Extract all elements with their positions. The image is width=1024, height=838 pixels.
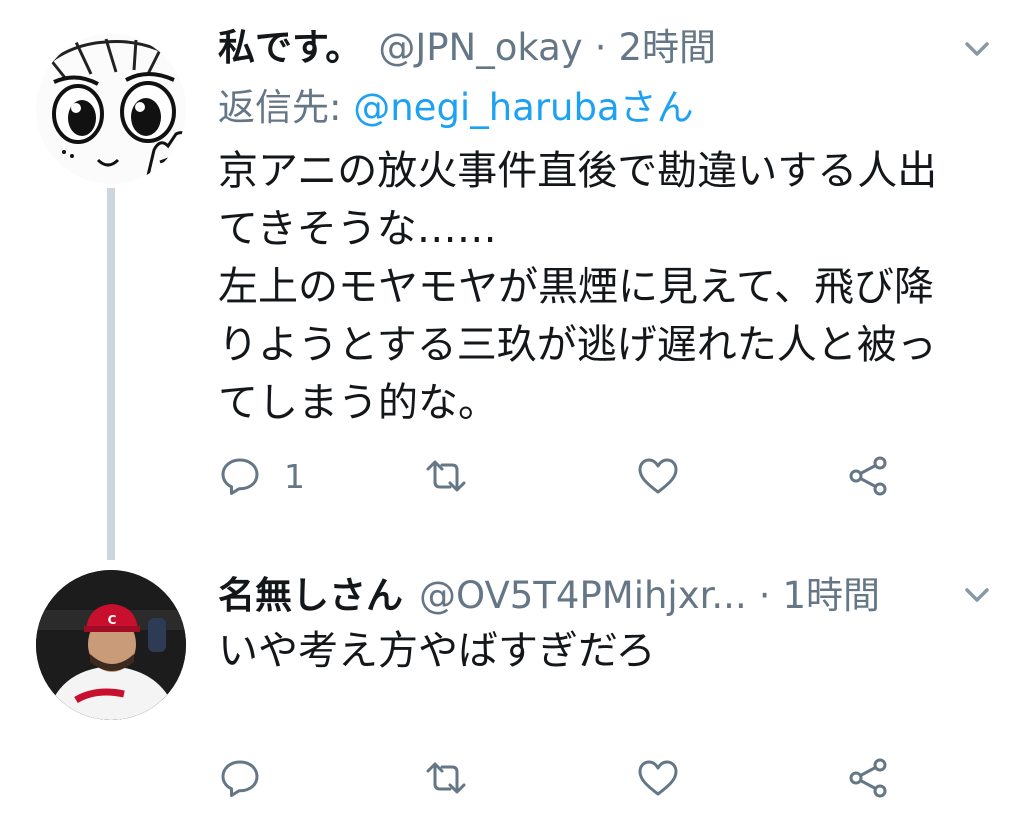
retweet-icon — [426, 762, 466, 794]
display-name[interactable]: 名無しさん — [218, 574, 403, 618]
share-icon — [849, 758, 887, 798]
tweet-actions: 1 — [218, 452, 918, 500]
share-icon — [849, 456, 887, 496]
like-button[interactable] — [636, 452, 680, 500]
timestamp[interactable]: 1時間 — [782, 574, 880, 618]
tweet-text-line: 左上のモヤモヤが黒煙に見えて、飛び降 — [218, 264, 934, 310]
heart-icon — [638, 458, 678, 494]
display-name[interactable]: 私です。 — [218, 26, 362, 70]
avatar[interactable]: C — [36, 570, 186, 720]
user-handle[interactable]: @OV5T4PMihjxr... — [419, 574, 747, 618]
svg-text:C: C — [108, 613, 117, 627]
tweet-text-line: てしまう的な。 — [218, 380, 498, 426]
reply-count: 1 — [284, 456, 305, 496]
reply-context: 返信先: @negi_harubaさん — [218, 86, 694, 130]
share-button[interactable] — [846, 452, 890, 500]
tweet-text-line: てきそうな…… — [218, 206, 497, 252]
tweet-header: 名無しさん @OV5T4PMihjxr... · 1時間 — [218, 574, 880, 618]
avatar[interactable] — [36, 34, 186, 184]
tweet-text-line: いや考え方やばすぎだろ — [218, 628, 656, 674]
tweet[interactable]: C 名無しさん @OV5T4PMihjxr... · 1時間 いや考え方やばすぎ… — [0, 560, 1024, 838]
reply-button[interactable] — [218, 754, 284, 802]
thread-connector-line — [107, 188, 115, 560]
tweet-text-line: りようとする三玖が逃げ遅れた人と被っ — [218, 322, 937, 368]
chevron-down-icon[interactable] — [960, 32, 994, 66]
reply-button[interactable]: 1 — [218, 452, 305, 500]
separator-dot: · — [594, 26, 607, 69]
like-button[interactable] — [636, 754, 680, 802]
reply-mention-link[interactable]: @negi_harubaさん — [353, 86, 693, 129]
retweet-button[interactable] — [424, 754, 468, 802]
tweet-actions — [218, 754, 918, 802]
manga-face-avatar-image — [36, 34, 186, 184]
reply-icon — [221, 458, 259, 495]
tweet-text: 京アニの放火事件直後で勘違いする人出 てきそうな…… 左上のモヤモヤが黒煙に見え… — [218, 142, 998, 432]
user-handle[interactable]: @JPN_okay — [378, 26, 582, 70]
tweet-header: 私です。 @JPN_okay · 2時間 — [218, 26, 716, 70]
reply-icon — [221, 760, 259, 797]
separator-dot: · — [758, 574, 771, 617]
baseball-player-avatar-image: C — [36, 570, 186, 720]
retweet-button[interactable] — [424, 452, 468, 500]
heart-icon — [638, 760, 678, 796]
tweet[interactable]: 私です。 @JPN_okay · 2時間 返信先: @negi_harubaさん… — [0, 0, 1024, 560]
reply-prefix: 返信先: — [218, 86, 354, 129]
timestamp[interactable]: 2時間 — [618, 26, 716, 70]
retweet-icon — [426, 460, 466, 492]
tweet-text-line: 京アニの放火事件直後で勘違いする人出 — [218, 148, 938, 194]
tweet-text: いや考え方やばすぎだろ — [218, 622, 998, 680]
share-button[interactable] — [846, 754, 890, 802]
chevron-down-icon[interactable] — [960, 578, 994, 612]
